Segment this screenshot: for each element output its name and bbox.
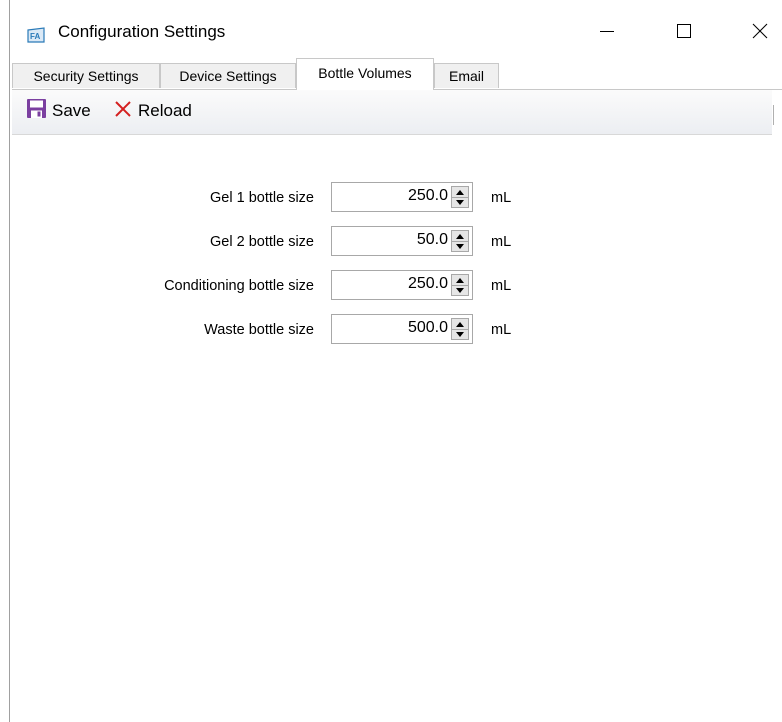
configuration-window: FA Configuration Settings Security Setti… (9, 0, 782, 722)
maximize-button[interactable] (661, 14, 707, 52)
spin-down-icon[interactable] (452, 285, 468, 295)
gel1-bottle-size-value[interactable]: 250.0 (408, 187, 448, 205)
tab-email[interactable]: Email (434, 63, 499, 88)
waste-bottle-size-label: Waste bottle size (204, 322, 314, 338)
svg-text:FA: FA (30, 32, 40, 41)
tab-bottle-volumes[interactable]: Bottle Volumes (296, 58, 434, 90)
gel2-bottle-size-label: Gel 2 bottle size (210, 234, 314, 250)
spin-down-icon[interactable] (452, 241, 468, 251)
close-icon (752, 23, 768, 44)
toolbar-edge (773, 105, 774, 125)
tab-strip: Security Settings Device Settings Bottle… (12, 58, 782, 90)
gel1-bottle-size-spinner[interactable]: 250.0 (331, 182, 473, 212)
waste-bottle-size-spinner[interactable]: 500.0 (331, 314, 473, 344)
minimize-icon (600, 24, 614, 43)
conditioning-bottle-size-spinner[interactable]: 250.0 (331, 270, 473, 300)
x-icon (113, 99, 138, 124)
window-title: Configuration Settings (58, 22, 226, 41)
save-label: Save (52, 101, 91, 120)
gel2-unit-label: mL (491, 234, 512, 250)
spin-down-icon[interactable] (452, 329, 468, 339)
spinner-buttons (451, 230, 469, 252)
conditioning-bottle-size-label: Conditioning bottle size (164, 278, 314, 294)
save-button[interactable]: Save (26, 98, 91, 124)
spin-down-icon[interactable] (452, 197, 468, 207)
app-icon: FA (27, 27, 46, 43)
waste-unit-label: mL (491, 322, 512, 338)
gel1-unit-label: mL (491, 190, 512, 206)
tab-device-settings[interactable]: Device Settings (160, 63, 296, 88)
gel2-bottle-size-spinner[interactable]: 50.0 (331, 226, 473, 256)
reload-button[interactable]: Reload (113, 98, 192, 124)
floppy-disk-icon (26, 98, 52, 124)
spinner-buttons (451, 186, 469, 208)
gel1-bottle-size-label: Gel 1 bottle size (210, 190, 314, 206)
conditioning-bottle-size-value[interactable]: 250.0 (408, 275, 448, 293)
reload-label: Reload (138, 101, 192, 120)
minimize-button[interactable] (584, 14, 630, 52)
title-bar[interactable]: FA Configuration Settings (10, 0, 782, 64)
close-button[interactable] (737, 14, 782, 52)
spinner-buttons (451, 274, 469, 296)
tab-security-settings[interactable]: Security Settings (12, 63, 160, 88)
waste-bottle-size-value[interactable]: 500.0 (408, 319, 448, 337)
spinner-buttons (451, 318, 469, 340)
conditioning-unit-label: mL (491, 278, 512, 294)
gel2-bottle-size-value[interactable]: 50.0 (417, 231, 448, 249)
maximize-icon (677, 23, 691, 43)
toolbar: Save Reload (12, 90, 774, 135)
